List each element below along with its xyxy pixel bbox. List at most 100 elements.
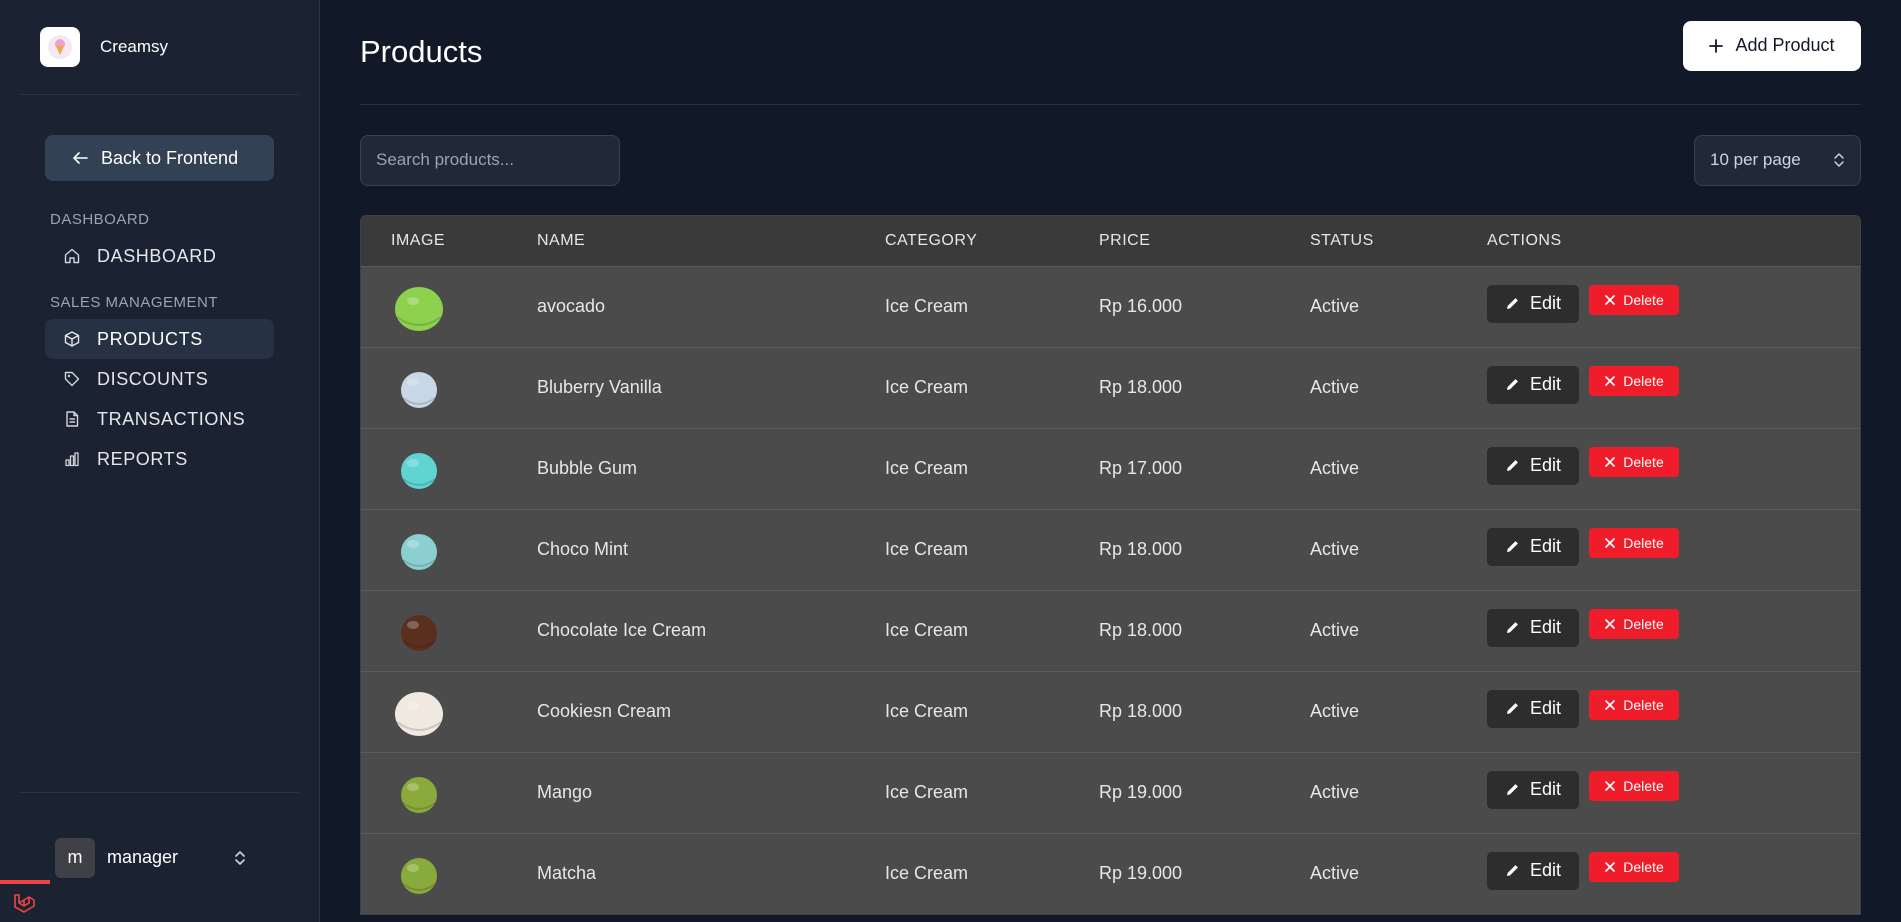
- close-icon: [1605, 456, 1616, 467]
- sidebar-item-products[interactable]: PRODUCTS: [45, 319, 274, 359]
- delete-label: Delete: [1623, 615, 1664, 632]
- product-status: Active: [1310, 296, 1360, 316]
- product-image-cell: [361, 590, 537, 671]
- delete-button[interactable]: Delete: [1589, 284, 1679, 315]
- column-header-category[interactable]: CATEGORY: [885, 216, 1099, 266]
- delete-label: Delete: [1623, 291, 1664, 308]
- sidebar: Creamsy Back to Frontend DASHBOARD DASHB…: [0, 0, 320, 922]
- product-category: Ice Cream: [885, 863, 969, 884]
- laravel-logo-icon: [14, 894, 35, 913]
- edit-button[interactable]: Edit: [1487, 770, 1579, 809]
- delete-label: Delete: [1623, 777, 1664, 794]
- product-price: Rp 18.000: [1099, 701, 1183, 721]
- actions-cell: Edit Delete: [1487, 266, 1860, 347]
- sidebar-item-dashboard[interactable]: DASHBOARD: [45, 236, 274, 276]
- delete-button[interactable]: Delete: [1589, 689, 1679, 720]
- back-to-frontend-button[interactable]: Back to Frontend: [45, 135, 274, 181]
- section-label-sales-management: SALES MANAGEMENT: [50, 294, 219, 311]
- ice-cream-scoop-image: [401, 857, 437, 894]
- product-image-cell: [361, 671, 537, 752]
- close-icon: [1605, 618, 1616, 629]
- delete-button[interactable]: Delete: [1589, 527, 1679, 558]
- sidebar-item-reports[interactable]: REPORTS: [45, 439, 274, 479]
- product-category: Ice Cream: [885, 458, 969, 478]
- column-header-image[interactable]: IMAGE: [361, 216, 537, 266]
- close-icon: [1605, 537, 1616, 548]
- ice-cream-scoop-image: [395, 286, 443, 331]
- delete-label: Delete: [1623, 534, 1664, 551]
- delete-button[interactable]: Delete: [1589, 851, 1679, 882]
- column-header-name[interactable]: NAME: [537, 216, 885, 266]
- table-row: Chocolate Ice Cream Ice Cream Rp 18.000 …: [361, 590, 1860, 671]
- user-menu[interactable]: m manager: [20, 792, 299, 922]
- brand[interactable]: Creamsy: [20, 0, 299, 95]
- actions-cell: Edit Delete: [1487, 833, 1860, 914]
- user-name: manager: [107, 847, 179, 867]
- delete-button[interactable]: Delete: [1589, 608, 1679, 639]
- column-header-price[interactable]: PRICE: [1099, 216, 1310, 266]
- product-image-cell: [361, 428, 537, 509]
- edit-button[interactable]: Edit: [1487, 365, 1579, 404]
- product-category: Ice Cream: [885, 782, 969, 802]
- edit-button[interactable]: Edit: [1487, 446, 1579, 485]
- ice-cream-logo-icon: [40, 27, 80, 67]
- row-actions: Edit Delete: [1487, 684, 1860, 740]
- main-content: Products Add Product 10 per page: [320, 0, 1901, 922]
- delete-label: Delete: [1623, 372, 1664, 389]
- sidebar-item-label: PRODUCTS: [97, 328, 203, 349]
- delete-label: Delete: [1623, 858, 1664, 875]
- edit-button[interactable]: Edit: [1487, 527, 1579, 566]
- product-status: Active: [1310, 863, 1360, 884]
- edit-label: Edit: [1529, 860, 1562, 881]
- edit-label: Edit: [1529, 698, 1562, 718]
- ice-cream-scoop-image: [401, 452, 437, 489]
- product-image-cell: [361, 833, 537, 914]
- edit-button[interactable]: Edit: [1487, 689, 1579, 728]
- row-actions: Edit Delete: [1487, 846, 1860, 902]
- edit-label: Edit: [1529, 455, 1562, 475]
- delete-button[interactable]: Delete: [1589, 446, 1679, 477]
- edit-button[interactable]: Edit: [1487, 608, 1579, 647]
- edit-button[interactable]: Edit: [1487, 284, 1579, 323]
- close-icon: [1605, 294, 1616, 305]
- table-row: Bubble Gum Ice Cream Rp 17.000 Active Ed…: [361, 428, 1860, 509]
- box-icon: [64, 331, 80, 347]
- table-row: Bluberry Vanilla Ice Cream Rp 18.000 Act…: [361, 347, 1860, 428]
- pencil-icon: [1506, 541, 1518, 552]
- table-row: Choco Mint Ice Cream Rp 18.000 Active Ed…: [361, 509, 1860, 590]
- close-icon: [1605, 375, 1616, 386]
- sidebar-item-label: DISCOUNTS: [97, 368, 209, 389]
- ice-cream-scoop-image: [395, 691, 443, 736]
- delete-button[interactable]: Delete: [1589, 365, 1679, 396]
- edit-button[interactable]: Edit: [1487, 851, 1579, 890]
- sidebar-item-transactions[interactable]: TRANSACTIONS: [45, 399, 274, 439]
- laravel-debug-icon[interactable]: [0, 880, 50, 922]
- column-header-status[interactable]: STATUS: [1310, 216, 1487, 266]
- delete-label: Delete: [1623, 696, 1664, 713]
- actions-cell: Edit Delete: [1487, 428, 1860, 509]
- table-header-row: IMAGE NAME CATEGORY PRICE STATUS ACTIONS: [361, 216, 1860, 266]
- product-status: Active: [1310, 539, 1360, 559]
- sidebar-item-discounts[interactable]: DISCOUNTS: [45, 359, 274, 399]
- per-page-select[interactable]: 10 per page: [1694, 134, 1861, 186]
- bar-chart-icon: [65, 452, 79, 467]
- avatar: m: [55, 837, 95, 878]
- pencil-icon: [1506, 298, 1518, 309]
- delete-button[interactable]: Delete: [1589, 770, 1679, 801]
- add-product-button[interactable]: Add Product: [1683, 20, 1861, 71]
- product-category: Ice Cream: [885, 539, 969, 559]
- product-price: Rp 18.000: [1099, 377, 1183, 397]
- sidebar-item-label: TRANSACTIONS: [97, 408, 246, 429]
- edit-label: Edit: [1529, 536, 1562, 556]
- ice-cream-scoop-image: [401, 776, 437, 813]
- search-input[interactable]: [360, 134, 620, 186]
- table-row: Matcha Ice Cream Rp 19.000 Active Edit D…: [361, 833, 1860, 914]
- close-icon: [1605, 861, 1616, 872]
- product-name: Matcha: [537, 863, 597, 884]
- edit-label: Edit: [1529, 374, 1562, 394]
- plus-icon: [1709, 38, 1724, 53]
- product-price: Rp 19.000: [1099, 863, 1183, 884]
- products-table: IMAGE NAME CATEGORY PRICE STATUS ACTIONS…: [360, 215, 1861, 915]
- ice-cream-scoop-image: [401, 371, 437, 408]
- chevron-up-down-icon: [235, 850, 245, 865]
